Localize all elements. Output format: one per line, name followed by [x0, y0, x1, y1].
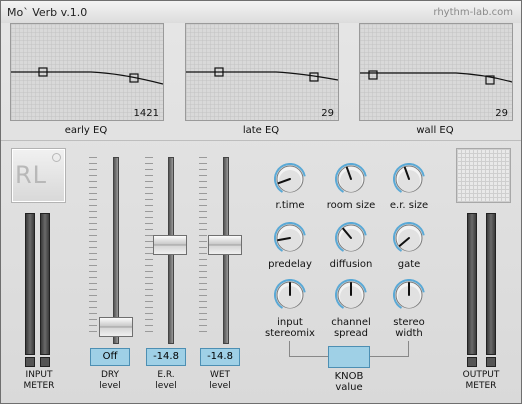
er-size-label: e.r. size [389, 200, 429, 211]
er-level-label-line1: E.R. [157, 370, 175, 380]
dry-fader-track[interactable] [113, 157, 119, 344]
eq-value-late: 29 [321, 108, 334, 119]
channel-spread-knob-icon[interactable] [335, 279, 367, 311]
section-divider [1, 140, 521, 141]
knob-value-display [328, 346, 370, 368]
er-level-label: E.R. level [136, 370, 196, 392]
er-level-value[interactable]: -14.8 [146, 348, 186, 366]
output-meter-label-line2: METER [465, 381, 497, 391]
output-meter-left [467, 213, 477, 355]
er-size-knob-icon[interactable] [393, 163, 425, 195]
gate-label: gate [397, 259, 421, 270]
eq-label-early: early EQ [64, 125, 108, 136]
stereo-width-knob-icon[interactable] [393, 279, 425, 311]
dry-fader-handle[interactable] [99, 317, 133, 337]
dry-level-label-line2: level [99, 381, 121, 391]
logo-text: RL [15, 161, 48, 189]
gate-knob-icon[interactable] [393, 222, 425, 254]
eq-label-wall: wall EQ [416, 125, 454, 136]
stereo-width-label: stereo width [371, 317, 447, 339]
wet-fader-ticks [199, 157, 207, 337]
input-meter-clip-right [40, 357, 50, 367]
eq-curve-early [11, 24, 163, 120]
eq-panel-wall[interactable]: 29 [359, 23, 513, 121]
predelay-knob-icon[interactable] [274, 222, 306, 254]
title-bar: Mo` Verb v.1.0 rhythm-lab.com [1, 1, 521, 23]
eq-panel-early[interactable]: 1421 [10, 23, 164, 121]
eq-value-wall: 29 [495, 108, 508, 119]
output-meter-clip-left [467, 357, 477, 367]
room-size-knob-icon[interactable] [335, 163, 367, 195]
input-meter-left [25, 213, 35, 355]
output-meter-clip-right [486, 357, 496, 367]
eq-value-early: 1421 [133, 108, 159, 119]
wet-level-label-line1: WET [209, 370, 231, 380]
output-meter-right [486, 213, 496, 355]
plugin-title: Mo` Verb v.1.0 [7, 6, 88, 19]
rtime-knob-icon[interactable] [274, 163, 306, 195]
input-stereomix-knob-icon[interactable] [274, 279, 306, 311]
knob-value-label: KNOB value [311, 371, 387, 393]
stereo-width-label-line1: stereo [393, 317, 425, 328]
dry-level-label: DRY level [80, 370, 140, 392]
diffusion-knob-icon[interactable] [335, 222, 367, 254]
logo-mark-icon [52, 153, 61, 162]
wet-level-value[interactable]: -14.8 [200, 348, 240, 366]
wet-level-label-line2: level [209, 381, 231, 391]
stereo-width-label-line2: width [395, 328, 423, 339]
input-meter-label-line1: INPUT [25, 370, 53, 380]
logo: RL [11, 148, 66, 203]
eq-panel-late[interactable]: 29 [185, 23, 339, 121]
eq-curve-wall [360, 24, 512, 120]
plugin-window: Mo` Verb v.1.0 rhythm-lab.com 1421 29 29… [0, 0, 522, 404]
er-fader-ticks [145, 157, 153, 337]
brand-label[interactable]: rhythm-lab.com [433, 7, 513, 18]
er-level-label-line2: level [155, 381, 177, 391]
input-meter-clip-left [25, 357, 35, 367]
er-fader-handle[interactable] [153, 235, 187, 255]
eq-curve-late [186, 24, 338, 120]
eq-label-late: late EQ [242, 125, 280, 136]
xy-pad[interactable] [456, 148, 511, 203]
input-meter-label: INPUT METER [9, 370, 69, 392]
output-meter-label-line1: OUTPUT [462, 370, 500, 380]
dry-level-label-line1: DRY [100, 370, 120, 380]
knob-value-label-line2: value [335, 382, 363, 393]
wet-level-label: WET level [190, 370, 250, 392]
dry-level-value[interactable]: Off [90, 348, 130, 366]
wet-fader-handle[interactable] [208, 235, 242, 255]
output-meter-label: OUTPUT METER [451, 370, 511, 392]
dry-fader-ticks [89, 157, 97, 337]
input-meter-right [40, 213, 50, 355]
knob-value-label-line1: KNOB [334, 371, 364, 382]
input-meter-label-line2: METER [23, 381, 55, 391]
